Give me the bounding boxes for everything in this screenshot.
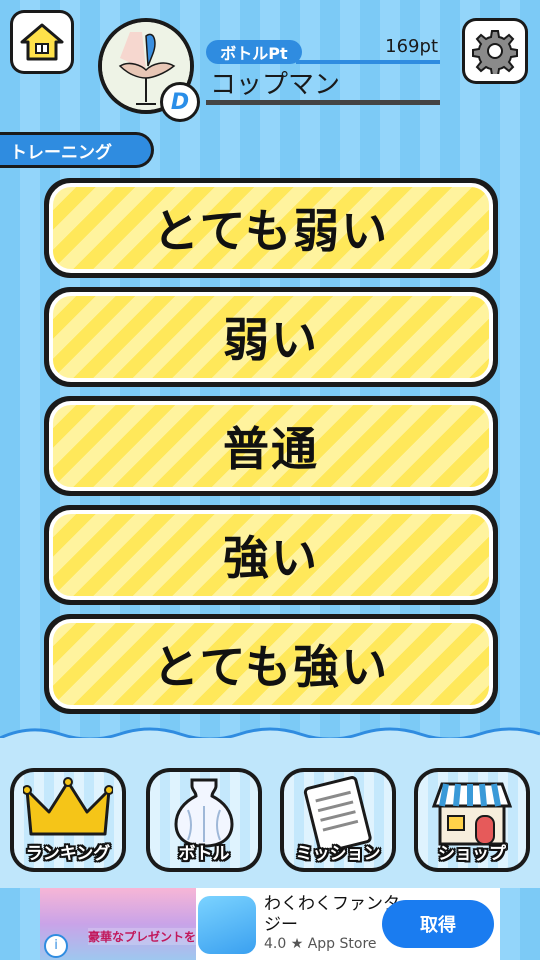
home-icon (20, 23, 64, 61)
rank-badge: D (160, 82, 200, 122)
ranking-label: ランキング (25, 844, 111, 864)
section-tab: トレーニング (0, 132, 154, 168)
vase-icon (174, 778, 234, 848)
ad-image-text: 豪華なプレゼントを (88, 928, 197, 945)
difficulty-list: とても弱い 弱い 普通 強い とても強い (44, 178, 498, 723)
difficulty-label: 普通 (49, 401, 493, 491)
mission-button[interactable]: ミッション (280, 768, 396, 872)
gear-icon (472, 30, 518, 74)
difficulty-label: 弱い (49, 292, 493, 382)
ranking-button[interactable]: ランキング (10, 768, 126, 872)
crown-icon (23, 777, 113, 836)
ad-app-icon[interactable] (198, 896, 256, 954)
player-name: コップマン (210, 70, 341, 100)
bottle-pt-label: ボトルPt (206, 40, 302, 64)
bottle-label: ボトル (178, 844, 230, 864)
difficulty-label: 強い (49, 510, 493, 600)
difficulty-strong-button[interactable]: 強い (44, 505, 498, 605)
ad-rating: 4.0 ★ App Store (264, 936, 377, 952)
difficulty-weak-button[interactable]: 弱い (44, 287, 498, 387)
difficulty-label: とても強い (49, 619, 493, 709)
shop-label: ショップ (438, 844, 506, 864)
bottle-button[interactable]: ボトル (146, 768, 262, 872)
difficulty-normal-button[interactable]: 普通 (44, 396, 498, 496)
bottle-pt-value: 169pt (385, 36, 438, 57)
shop-button[interactable]: ショップ (414, 768, 530, 872)
ad-info-icon[interactable]: i (44, 934, 68, 958)
home-button[interactable] (10, 10, 74, 74)
ad-get-button[interactable]: 取得 (382, 900, 494, 948)
ad-banner[interactable]: 豪華なプレゼントを i わくわくファンタジー 4.0 ★ App Store 取… (40, 888, 500, 960)
mission-label: ミッション (295, 844, 381, 864)
settings-button[interactable] (462, 18, 528, 84)
section-tab-label: トレーニング (0, 135, 151, 165)
difficulty-very-weak-button[interactable]: とても弱い (44, 178, 498, 278)
shop-icon (431, 782, 513, 846)
difficulty-label: とても弱い (49, 183, 493, 273)
difficulty-very-strong-button[interactable]: とても強い (44, 614, 498, 714)
header: D ボトルPt 169pt コップマン (0, 0, 540, 122)
name-underline (206, 100, 440, 105)
